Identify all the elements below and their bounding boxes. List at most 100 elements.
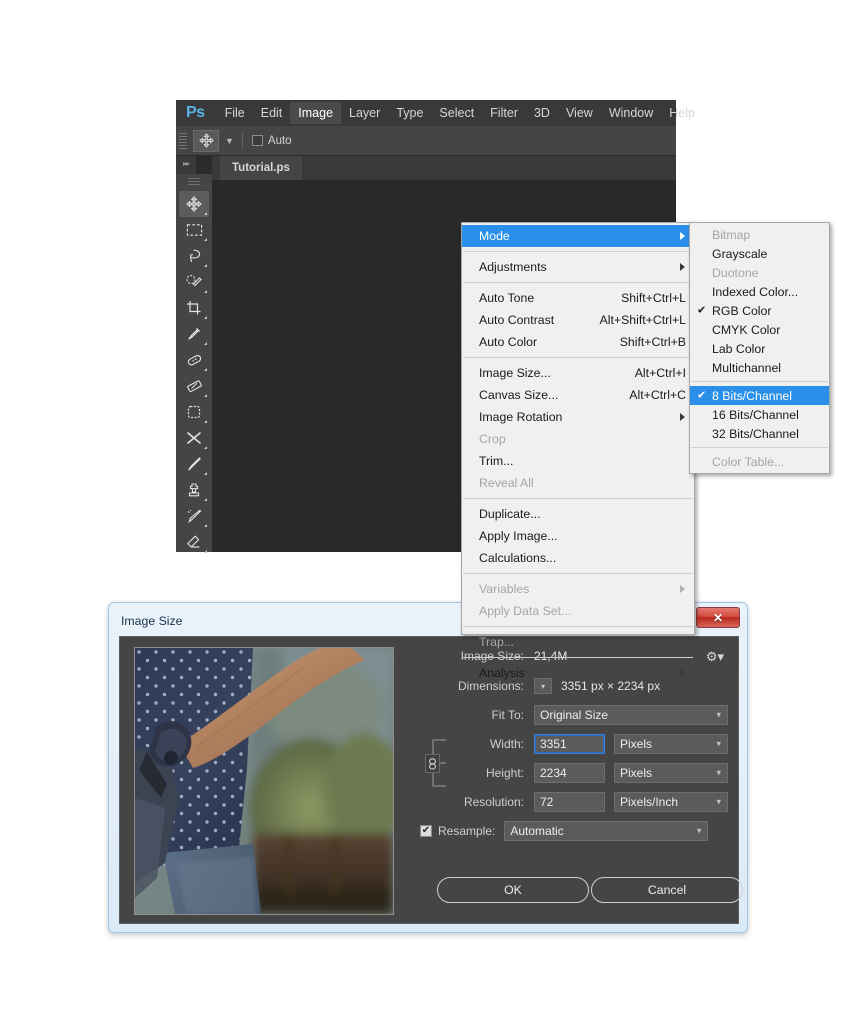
menu-item-auto-color[interactable]: Auto Color Shift+Ctrl+B [462, 331, 694, 353]
menu-separator [463, 251, 693, 252]
menu-item-label: Auto Tone [479, 291, 535, 305]
chevron-down-icon: ▾ [716, 767, 721, 778]
mode-item-multichannel[interactable]: Multichannel [690, 358, 829, 377]
quick-selection-tool[interactable] [179, 269, 209, 295]
eyedropper-tool[interactable] [179, 321, 209, 347]
patch-tool[interactable] [179, 373, 209, 399]
menu-separator [463, 282, 693, 283]
photoshop-logo: Ps [186, 104, 205, 121]
height-label: Height: [485, 766, 524, 780]
options-bar: ▼ Auto [176, 126, 676, 156]
content-aware-move-tool[interactable] [179, 399, 209, 425]
mode-item-32-bits-channel[interactable]: 32 Bits/Channel [690, 424, 829, 443]
expand-panels-icon[interactable]: ▸▸ [176, 156, 196, 168]
resample-checkbox[interactable]: ✔ [420, 825, 432, 837]
width-unit-select[interactable]: Pixels ▾ [614, 734, 728, 754]
menu-item-label: Trap... [479, 635, 515, 649]
resample-select[interactable]: Automatic ▾ [504, 821, 709, 841]
mode-item-label: Duotone [712, 265, 759, 280]
menu-image[interactable]: Image [290, 102, 342, 124]
menu-item-label: Mode [479, 229, 510, 243]
menu-item-canvas-size[interactable]: Canvas Size... Alt+Ctrl+C [462, 384, 694, 406]
checkmark-icon: ✔ [697, 304, 707, 316]
chevron-down-icon: ▾ [716, 796, 721, 807]
menu-item-adjustments[interactable]: Adjustments [462, 256, 694, 278]
move-tool[interactable] [179, 191, 209, 217]
menu-item-label: Auto Contrast [479, 313, 555, 327]
menu-window[interactable]: Window [601, 102, 661, 124]
eraser-tool[interactable] [179, 529, 209, 555]
mode-item-label: CMYK Color [712, 322, 781, 337]
image-preview-thumbnail [134, 647, 394, 915]
auto-select-checkbox[interactable] [251, 135, 263, 146]
height-unit-value: Pixels [620, 766, 653, 780]
menu-item-trap: Trap... [462, 631, 694, 653]
menu-item-auto-contrast[interactable]: Auto Contrast Alt+Shift+Ctrl+L [462, 309, 694, 331]
close-icon[interactable]: ✕ [696, 607, 740, 628]
crop-tool[interactable] [179, 295, 209, 321]
menu-type[interactable]: Type [388, 102, 431, 124]
menu-3d[interactable]: 3D [526, 102, 558, 124]
menu-view[interactable]: View [558, 102, 601, 124]
resample-row: ✔ Resample: Automatic ▾ [420, 821, 740, 841]
mode-submenu: Bitmap Grayscale Duotone Indexed Color..… [689, 222, 830, 474]
mode-item-8-bits-channel[interactable]: ✔ 8 Bits/Channel [690, 386, 829, 405]
checkmark-icon: ✔ [697, 389, 707, 401]
mode-item-grayscale[interactable]: Grayscale [690, 244, 829, 263]
menu-item-image-size[interactable]: Image Size... Alt+Ctrl+I [462, 362, 694, 384]
mode-item-cmyk-color[interactable]: CMYK Color [690, 320, 829, 339]
width-row: Width: 3351 Pixels ▾ [420, 734, 730, 754]
spot-healing-brush-tool[interactable] [179, 347, 209, 373]
width-input[interactable]: 3351 [534, 734, 605, 754]
menu-select[interactable]: Select [431, 102, 482, 124]
clone-stamp-tool[interactable] [179, 477, 209, 503]
menu-item-mode[interactable]: Mode [462, 225, 694, 247]
menu-item-apply-image[interactable]: Apply Image... [462, 525, 694, 547]
menu-item-variables: Variables [462, 578, 694, 600]
menu-filter[interactable]: Filter [482, 102, 526, 124]
menu-item-analysis[interactable]: Analysis [462, 662, 694, 684]
menu-file[interactable]: File [217, 102, 253, 124]
mode-item-rgb-color[interactable]: ✔ RGB Color [690, 301, 829, 320]
menu-item-duplicate[interactable]: Duplicate... [462, 503, 694, 525]
menu-layer[interactable]: Layer [341, 102, 388, 124]
mode-item-label: 8 Bits/Channel [712, 388, 792, 403]
mode-item-color-table: Color Table... [690, 452, 829, 471]
chevron-right-icon [680, 413, 685, 421]
menu-item-calculations[interactable]: Calculations... [462, 547, 694, 569]
menu-edit[interactable]: Edit [253, 102, 291, 124]
ok-button[interactable]: OK [437, 877, 589, 903]
photoshop-window: Ps File Edit Image Layer Type Select Fil… [176, 100, 830, 680]
lasso-tool[interactable] [179, 243, 209, 269]
resolution-unit-select[interactable]: Pixels/Inch ▾ [614, 792, 728, 812]
menu-item-image-rotation[interactable]: Image Rotation [462, 406, 694, 428]
menu-help[interactable]: Help [661, 102, 703, 124]
mode-item-16-bits-channel[interactable]: 16 Bits/Channel [690, 405, 829, 424]
mode-item-indexed-color[interactable]: Indexed Color... [690, 282, 829, 301]
fit-to-row: Fit To: Original Size ▾ [420, 705, 730, 725]
document-tab[interactable]: Tutorial.ps [220, 156, 302, 180]
menu-item-shortcut: Alt+Shift+Ctrl+L [599, 313, 686, 327]
brush-tool[interactable] [179, 451, 209, 477]
height-input[interactable]: 2234 [534, 763, 605, 783]
menu-item-trim[interactable]: Trim... [462, 450, 694, 472]
options-bar-grip[interactable] [179, 132, 187, 149]
rectangular-marquee-tool[interactable] [179, 217, 209, 243]
chevron-down-icon[interactable]: ▼ [225, 136, 234, 146]
fit-to-select[interactable]: Original Size ▾ [534, 705, 728, 725]
mode-item-lab-color[interactable]: Lab Color [690, 339, 829, 358]
tools-panel-grip[interactable] [188, 178, 200, 186]
red-eye-tool[interactable] [179, 425, 209, 451]
history-brush-tool[interactable] [179, 503, 209, 529]
resample-label: Resample: [438, 824, 496, 838]
auto-select-label: Auto [267, 134, 292, 147]
cancel-button[interactable]: Cancel [591, 877, 743, 903]
menu-item-label: Calculations... [479, 551, 557, 565]
height-unit-select[interactable]: Pixels ▾ [614, 763, 728, 783]
document-tab-label: Tutorial.ps [232, 162, 290, 174]
menu-item-label: Auto Color [479, 335, 538, 349]
menu-item-label: Variables [479, 582, 530, 596]
resolution-input[interactable]: 72 [534, 792, 605, 812]
move-tool-icon[interactable] [193, 129, 219, 152]
menu-item-auto-tone[interactable]: Auto Tone Shift+Ctrl+L [462, 287, 694, 309]
